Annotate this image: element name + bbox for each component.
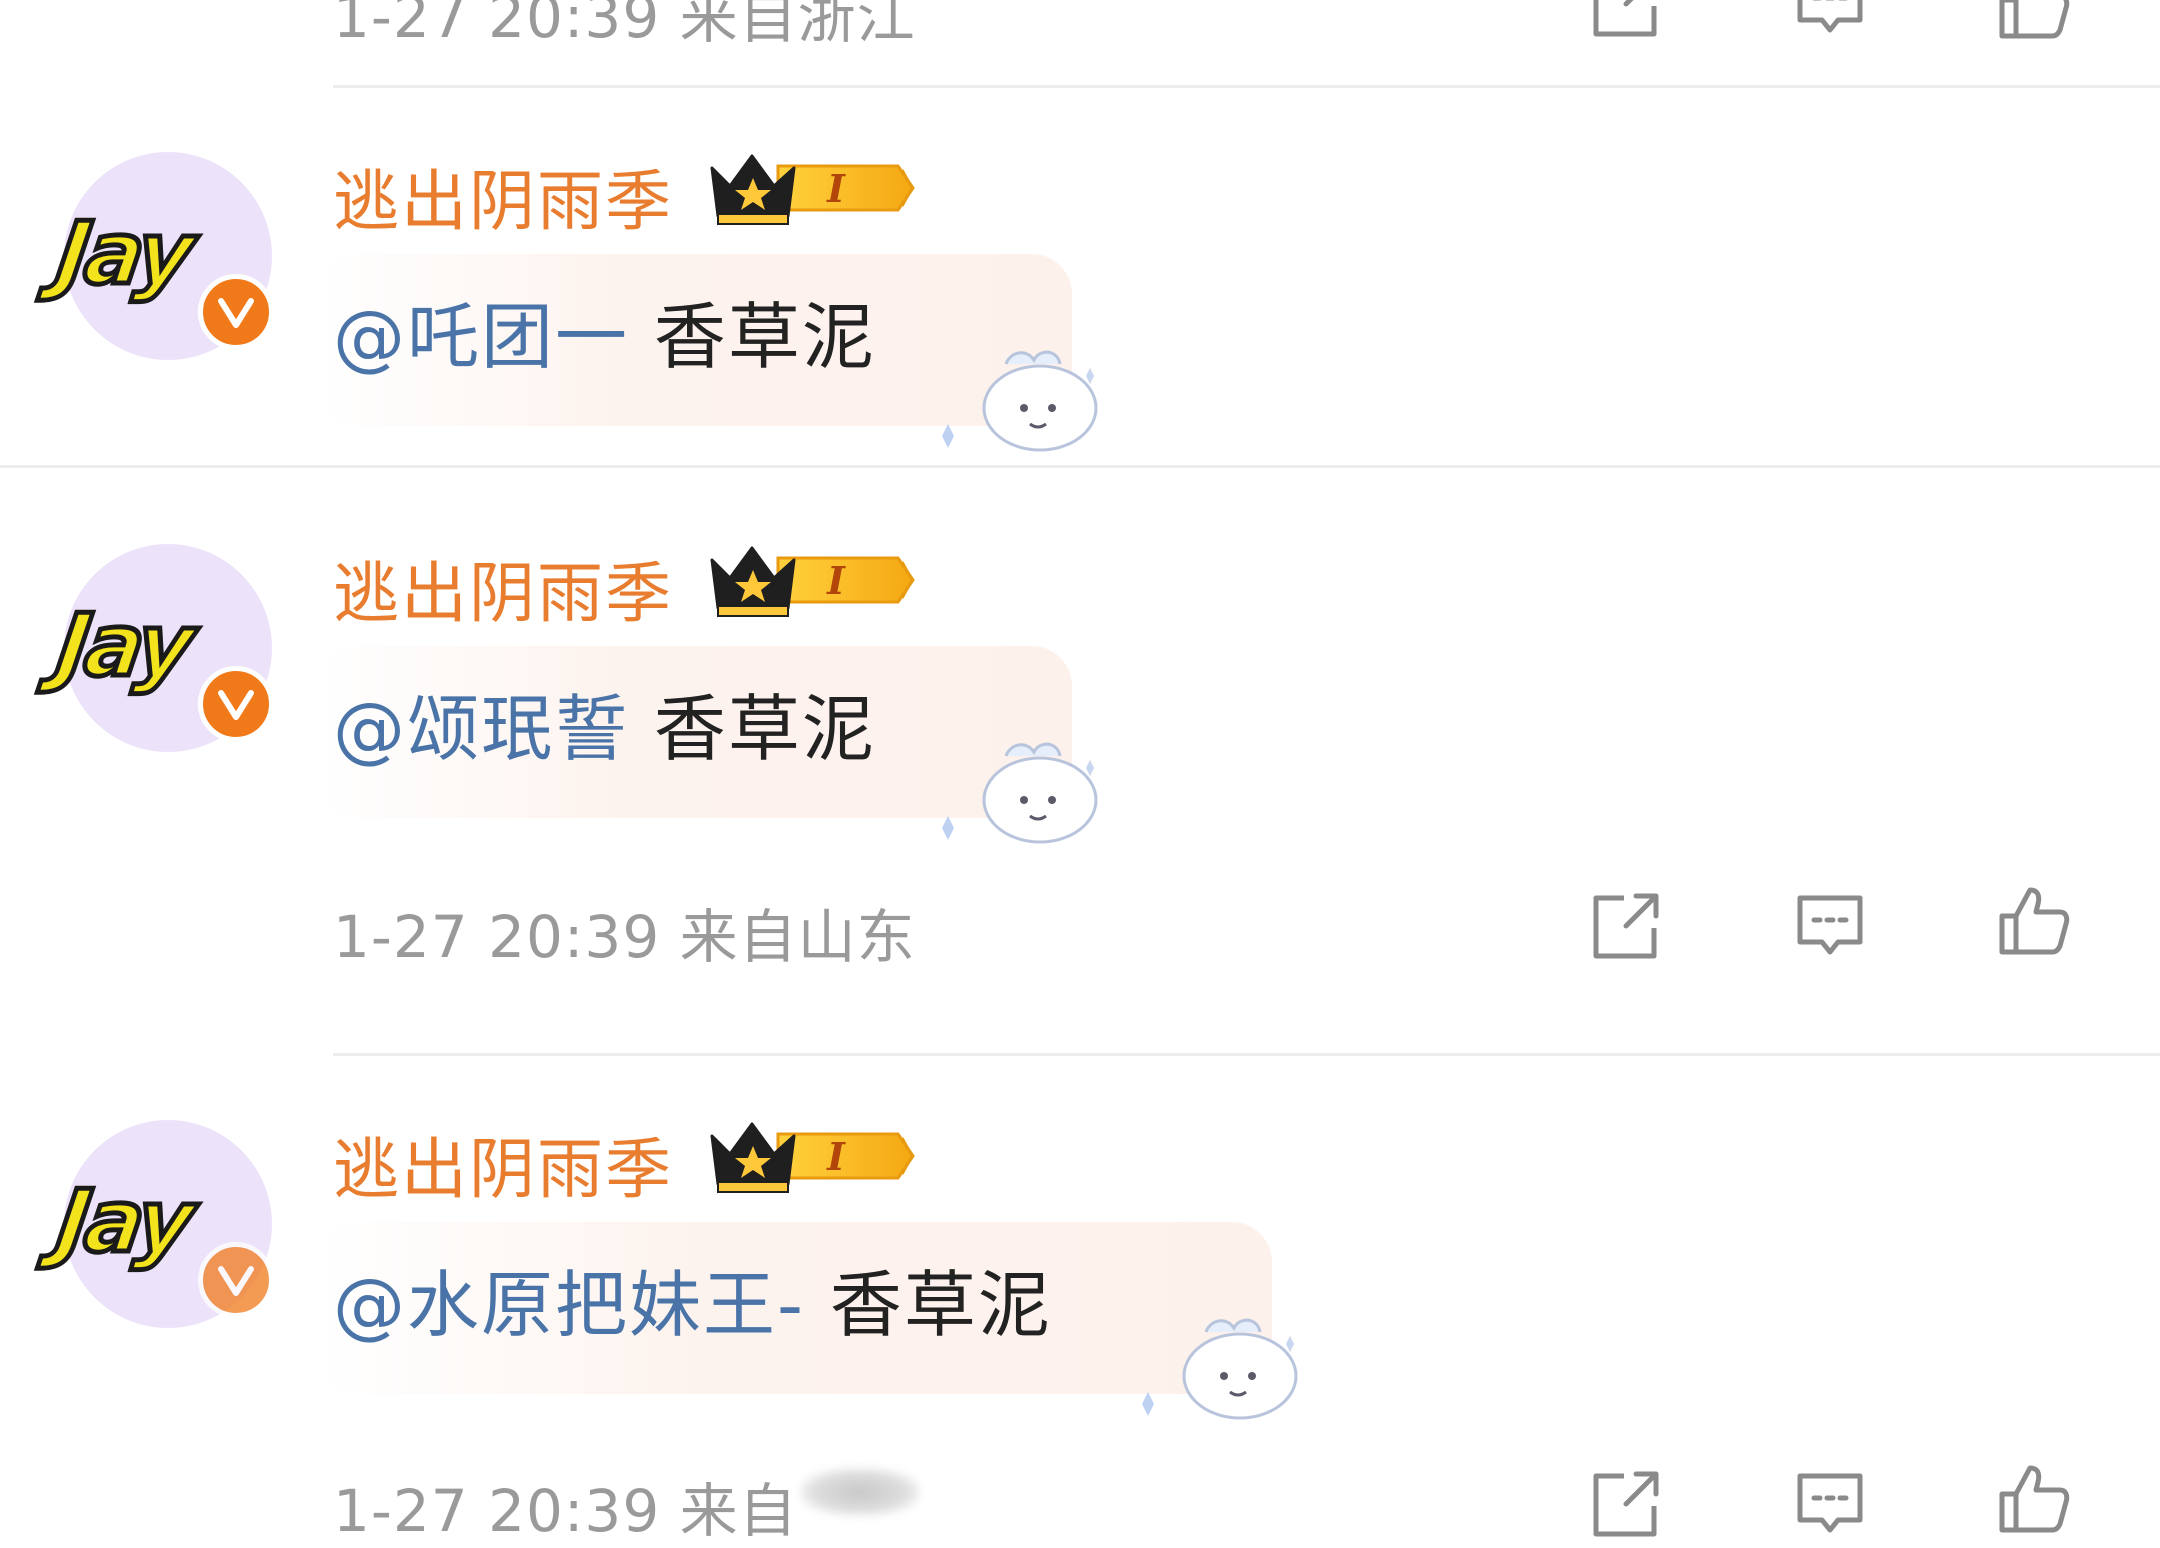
comment-meta: 1-27 20:39 来自山东 [333, 903, 916, 971]
comment-body: 香草泥 [829, 1263, 1052, 1347]
avatar[interactable]: Jay [48, 152, 274, 360]
crown-icon[interactable]: I [708, 1116, 918, 1196]
crown-icon[interactable]: I [708, 540, 918, 620]
mention-link[interactable]: @水原把妹王- [333, 1263, 805, 1347]
comment-content: @吒团一 香草泥 [333, 278, 876, 383]
comment-body: 香草泥 [653, 687, 876, 771]
comment-meta: 1-27 20:39 来自 [333, 1477, 798, 1545]
avatar-text: Jay [48, 1170, 199, 1275]
avatar[interactable]: Jay [48, 1120, 274, 1328]
crown-icon[interactable]: I [708, 148, 918, 228]
share-icon[interactable] [1586, 1464, 1666, 1544]
verified-v-icon [198, 274, 274, 350]
comment-icon[interactable] [1790, 886, 1870, 966]
divider [333, 85, 2160, 88]
like-icon[interactable] [1994, 0, 2074, 44]
avatar-text: Jay [48, 594, 199, 699]
username[interactable]: 逃出阴雨季 [333, 1116, 673, 1212]
comment-footer-top: 1-27 20:39 来自浙江 [0, 0, 2160, 51]
share-icon[interactable] [1586, 0, 1666, 44]
comment-item: Jay 逃出阴雨季 I @颂珉誓 香草泥 1-27 20:39 来自山东 [0, 532, 2160, 1032]
comment-icon[interactable] [1790, 0, 1870, 44]
divider [333, 1053, 2160, 1056]
username[interactable]: 逃出阴雨季 [333, 540, 673, 636]
redacted-blur [800, 1468, 920, 1516]
bubble-decoration [930, 720, 1110, 850]
mention-link[interactable]: @吒团一 [333, 295, 629, 379]
like-icon[interactable] [1994, 1458, 2074, 1538]
username[interactable]: 逃出阴雨季 [333, 148, 673, 244]
comment-content: @颂珉誓 香草泥 [333, 670, 876, 775]
bubble-decoration [930, 328, 1110, 458]
verified-v-icon [198, 666, 274, 742]
avatar-text: Jay [48, 202, 199, 307]
comment-body: 香草泥 [653, 295, 876, 379]
bubble-decoration [1130, 1296, 1310, 1426]
mention-link[interactable]: @颂珉誓 [333, 687, 629, 771]
verified-v-icon [198, 1242, 274, 1318]
divider [0, 465, 2160, 468]
comment-icon[interactable] [1790, 1464, 1870, 1544]
comment-item: Jay 逃出阴雨季 I @吒团一 香草泥 [0, 140, 2160, 470]
like-icon[interactable] [1994, 880, 2074, 960]
avatar[interactable]: Jay [48, 544, 274, 752]
comment-meta: 1-27 20:39 来自浙江 [333, 0, 916, 51]
comment-content: @水原把妹王- 香草泥 [333, 1246, 1052, 1351]
share-icon[interactable] [1586, 886, 1666, 966]
comment-item: Jay 逃出阴雨季 I @水原把妹王- 香草泥 1-27 20:39 来自 [0, 1108, 2160, 1545]
badge-level: I [826, 166, 846, 211]
badge-level: I [826, 1134, 846, 1179]
badge-level: I [826, 558, 846, 603]
